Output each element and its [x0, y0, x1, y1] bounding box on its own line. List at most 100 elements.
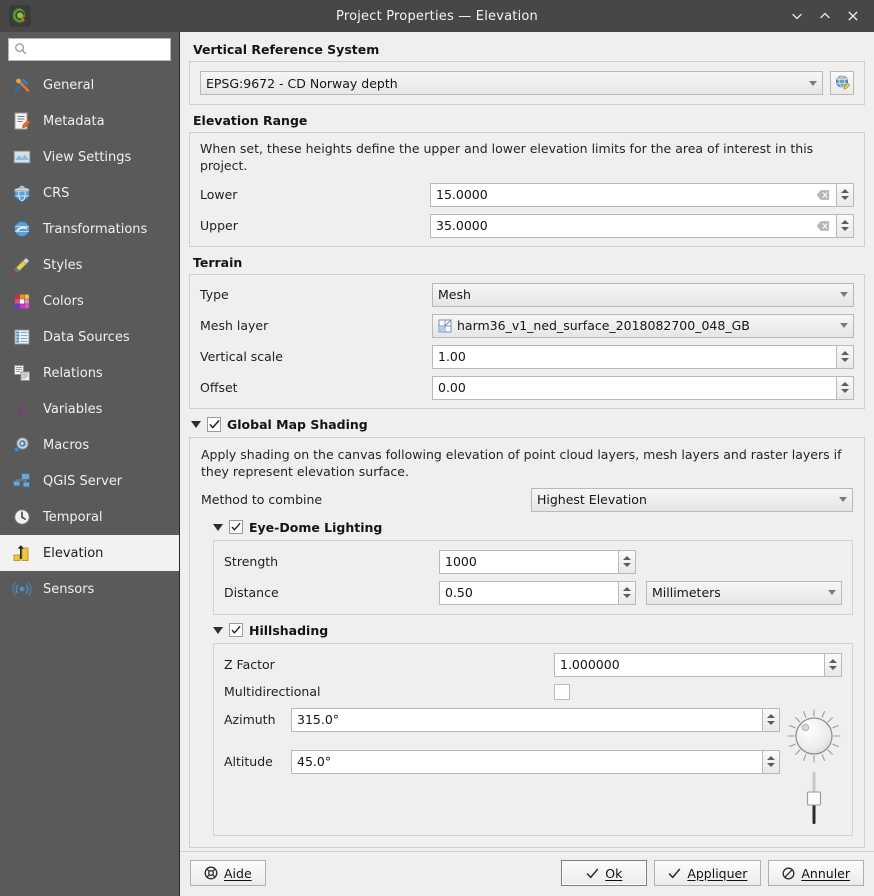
stepper-up-icon[interactable]	[767, 714, 775, 718]
lower-input[interactable]: 15.0000	[430, 183, 837, 207]
sidebar-item-styles[interactable]: Styles	[0, 247, 179, 283]
stepper-down-icon[interactable]	[841, 389, 849, 393]
stepper-up-icon[interactable]	[623, 587, 631, 591]
stepper-down-icon[interactable]	[623, 563, 631, 567]
method-to-combine-combo[interactable]: Highest Elevation	[531, 488, 853, 512]
strength-value: 1000	[445, 554, 477, 569]
gear-play-icon	[10, 433, 34, 457]
distance-row: Distance 0.50 Millimeters	[224, 581, 842, 605]
vertical-scale-value: 1.00	[438, 349, 466, 364]
mesh-layer-combo[interactable]: harm36_v1_ned_surface_2018082700_048_GB	[432, 314, 854, 338]
mesh-layer-row: Mesh layer	[200, 314, 854, 338]
sidebar-item-variables[interactable]: ε Variables	[0, 391, 179, 427]
strength-stepper[interactable]	[619, 550, 636, 574]
vrs-select-button[interactable]	[830, 71, 854, 95]
help-button[interactable]: Aide	[190, 860, 266, 886]
stepper-down-icon[interactable]	[767, 763, 775, 767]
method-to-combine-label: Method to combine	[201, 492, 531, 507]
collapse-triangle-icon[interactable]	[213, 627, 223, 634]
altitude-input[interactable]: 45.0°	[291, 750, 763, 774]
strength-input[interactable]: 1000	[439, 550, 619, 574]
vrs-combo[interactable]: EPSG:9672 - CD Norway depth	[200, 71, 823, 95]
stepper-up-icon[interactable]	[841, 220, 849, 224]
distance-input[interactable]: 0.50	[439, 581, 619, 605]
vertical-scale-input[interactable]: 1.00	[432, 345, 837, 369]
stepper-up-icon[interactable]	[841, 189, 849, 193]
method-to-combine-row: Method to combine Highest Elevation	[201, 488, 853, 512]
collapse-triangle-icon[interactable]	[191, 421, 201, 428]
search-input[interactable]	[31, 42, 165, 58]
stepper-down-icon[interactable]	[841, 227, 849, 231]
sidebar-item-label: Temporal	[43, 510, 103, 525]
hillshading-header[interactable]: Hillshading	[213, 623, 853, 638]
eye-dome-lighting-title: Eye-Dome Lighting	[249, 520, 382, 535]
upper-input[interactable]: 35.0000	[430, 214, 837, 238]
clear-icon[interactable]	[815, 187, 831, 203]
altitude-slider[interactable]	[801, 770, 827, 826]
vertical-scale-stepper[interactable]	[837, 345, 854, 369]
upper-stepper[interactable]	[837, 214, 854, 238]
eye-dome-lighting-checkbox[interactable]	[229, 520, 243, 534]
minimize-icon[interactable]	[784, 3, 810, 29]
distance-label: Distance	[224, 585, 439, 600]
elevation-arrow-icon	[10, 541, 34, 565]
global-map-shading-checkbox[interactable]	[207, 417, 221, 432]
ok-button[interactable]: Ok	[561, 860, 647, 886]
apply-button[interactable]: Appliquer	[654, 860, 761, 886]
altitude-stepper[interactable]	[763, 750, 780, 774]
mesh-layer-icon	[438, 319, 452, 333]
global-map-shading-header[interactable]: Global Map Shading	[191, 417, 865, 432]
sidebar-item-label: QGIS Server	[43, 474, 122, 489]
sidebar-item-colors[interactable]: Colors	[0, 283, 179, 319]
stepper-up-icon[interactable]	[841, 382, 849, 386]
stepper-down-icon[interactable]	[841, 358, 849, 362]
sidebar-item-sensors[interactable]: Sensors	[0, 571, 179, 607]
stepper-up-icon[interactable]	[841, 351, 849, 355]
distance-unit-combo[interactable]: Millimeters	[646, 581, 842, 605]
sidebar-item-macros[interactable]: Macros	[0, 427, 179, 463]
sidebar-item-label: Relations	[43, 366, 103, 381]
stepper-up-icon[interactable]	[767, 756, 775, 760]
sidebar-item-view-settings[interactable]: View Settings	[0, 139, 179, 175]
search-box[interactable]	[8, 38, 171, 61]
maximize-icon[interactable]	[812, 3, 838, 29]
method-to-combine-value: Highest Elevation	[537, 492, 833, 507]
stepper-up-icon[interactable]	[623, 556, 631, 560]
hillshading-checkbox[interactable]	[229, 623, 243, 637]
sidebar-item-elevation[interactable]: Elevation	[0, 535, 179, 571]
azimuth-dial[interactable]	[786, 708, 842, 764]
lower-stepper[interactable]	[837, 183, 854, 207]
sidebar-item-qgis-server[interactable]: QGIS Server	[0, 463, 179, 499]
sidebar-item-metadata[interactable]: Metadata	[0, 103, 179, 139]
multidirectional-checkbox[interactable]	[554, 684, 570, 700]
eye-dome-lighting-header[interactable]: Eye-Dome Lighting	[213, 520, 853, 535]
z-factor-row: Z Factor 1.000000	[224, 653, 842, 677]
offset-stepper[interactable]	[837, 376, 854, 400]
sidebar-item-data-sources[interactable]: Data Sources	[0, 319, 179, 355]
close-icon[interactable]	[840, 3, 866, 29]
cancel-button[interactable]: Annuler	[768, 860, 864, 886]
z-factor-input[interactable]: 1.000000	[554, 653, 825, 677]
relations-icon	[10, 361, 34, 385]
z-factor-stepper[interactable]	[825, 653, 842, 677]
distance-stepper[interactable]	[619, 581, 636, 605]
sidebar-item-temporal[interactable]: Temporal	[0, 499, 179, 535]
stepper-down-icon[interactable]	[623, 594, 631, 598]
server-network-icon	[10, 469, 34, 493]
stepper-down-icon[interactable]	[841, 196, 849, 200]
azimuth-input[interactable]: 315.0°	[291, 708, 763, 732]
collapse-triangle-icon[interactable]	[213, 524, 223, 531]
stepper-down-icon[interactable]	[829, 666, 837, 670]
stepper-up-icon[interactable]	[829, 659, 837, 663]
azimuth-stepper[interactable]	[763, 708, 780, 732]
clock-icon	[10, 505, 34, 529]
sidebar-item-relations[interactable]: Relations	[0, 355, 179, 391]
offset-input[interactable]: 0.00	[432, 376, 837, 400]
terrain-type-combo[interactable]: Mesh	[432, 283, 854, 307]
hillshading-title: Hillshading	[249, 623, 328, 638]
sidebar-item-crs[interactable]: CRS	[0, 175, 179, 211]
clear-icon[interactable]	[815, 218, 831, 234]
stepper-down-icon[interactable]	[767, 721, 775, 725]
sidebar-item-transformations[interactable]: Transformations	[0, 211, 179, 247]
sidebar-item-general[interactable]: General	[0, 67, 179, 103]
